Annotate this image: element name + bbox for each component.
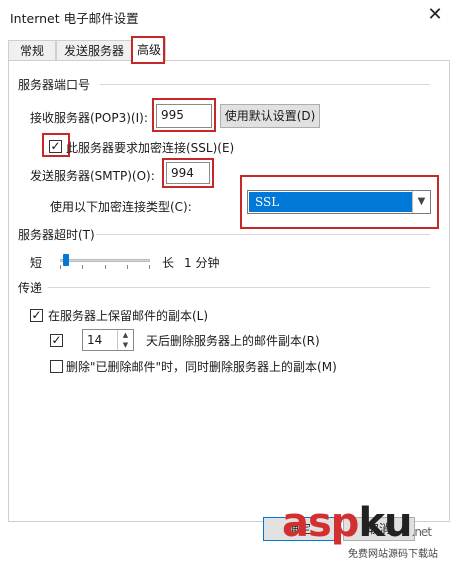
timeout-slider-thumb[interactable] <box>63 254 70 266</box>
ssl-checkbox[interactable]: ✓ <box>49 140 62 153</box>
chevron-down-icon[interactable]: ▼ <box>412 191 430 213</box>
incoming-server-label: 接收服务器(POP3)(I): <box>30 111 148 125</box>
days-stepper[interactable]: 14 ▲ ▼ <box>82 329 134 351</box>
delivery-divider <box>48 287 430 288</box>
chevron-up-icon[interactable]: ▲ <box>118 330 133 340</box>
keep-copy-checkbox[interactable]: ✓ <box>30 309 43 322</box>
timeout-short-label: 短 <box>30 256 43 270</box>
timeout-divider <box>96 234 430 235</box>
timeout-value: 1 分钟 <box>184 256 220 270</box>
watermark-subtitle: 免费网站源码下载站 <box>348 549 438 560</box>
watermark-logo: aspku.net <box>282 500 432 546</box>
window-title: Internet 电子邮件设置 <box>10 11 139 26</box>
advanced-panel <box>8 60 450 522</box>
encryption-selected-value: SSL <box>249 192 413 212</box>
timeout-section-title: 服务器超时(T) <box>18 226 95 243</box>
incoming-port-input[interactable]: 995 <box>156 104 212 128</box>
encryption-type-label: 使用以下加密连接类型(C): <box>50 200 192 214</box>
check-icon: ✓ <box>31 308 42 322</box>
delivery-section-title: 传递 <box>18 279 43 296</box>
remove-deleted-checkbox[interactable] <box>50 360 63 373</box>
chevron-down-icon[interactable]: ▼ <box>118 340 133 350</box>
outgoing-server-label: 发送服务器(SMTP)(O): <box>30 169 155 183</box>
days-value: 14 <box>87 333 103 347</box>
ports-section-title: 服务器端口号 <box>18 76 91 93</box>
tab-general[interactable]: 常规 <box>8 40 56 61</box>
encryption-type-select[interactable]: SSL ▼ <box>247 190 431 214</box>
ports-divider <box>100 84 430 85</box>
timeout-slider-track[interactable] <box>60 259 150 262</box>
keep-copy-label: 在服务器上保留邮件的副本(L) <box>48 309 209 323</box>
remove-after-checkbox[interactable]: ✓ <box>50 334 63 347</box>
tab-outgoing-server[interactable]: 发送服务器 <box>56 40 132 61</box>
use-defaults-button[interactable]: 使用默认设置(D) <box>220 104 320 128</box>
title-bar: Internet 电子邮件设置 ✕ <box>0 0 456 32</box>
ssl-checkbox-label: 此服务器要求加密连接(SSL)(E) <box>66 141 235 155</box>
timeout-long-label: 长 <box>162 256 175 270</box>
remove-deleted-label: 删除"已删除邮件"时，同时删除服务器上的副本(M) <box>66 360 337 374</box>
check-icon: ✓ <box>51 333 62 347</box>
close-icon[interactable]: ✕ <box>420 2 450 28</box>
days-stepper-buttons[interactable]: ▲ ▼ <box>117 330 133 350</box>
tab-advanced[interactable]: 高级 <box>132 37 166 62</box>
days-label: 天后删除服务器上的邮件副本(R) <box>146 334 320 348</box>
check-icon: ✓ <box>50 139 61 153</box>
outgoing-port-input[interactable]: 994 <box>166 162 210 184</box>
timeout-slider-ticks <box>60 265 150 269</box>
